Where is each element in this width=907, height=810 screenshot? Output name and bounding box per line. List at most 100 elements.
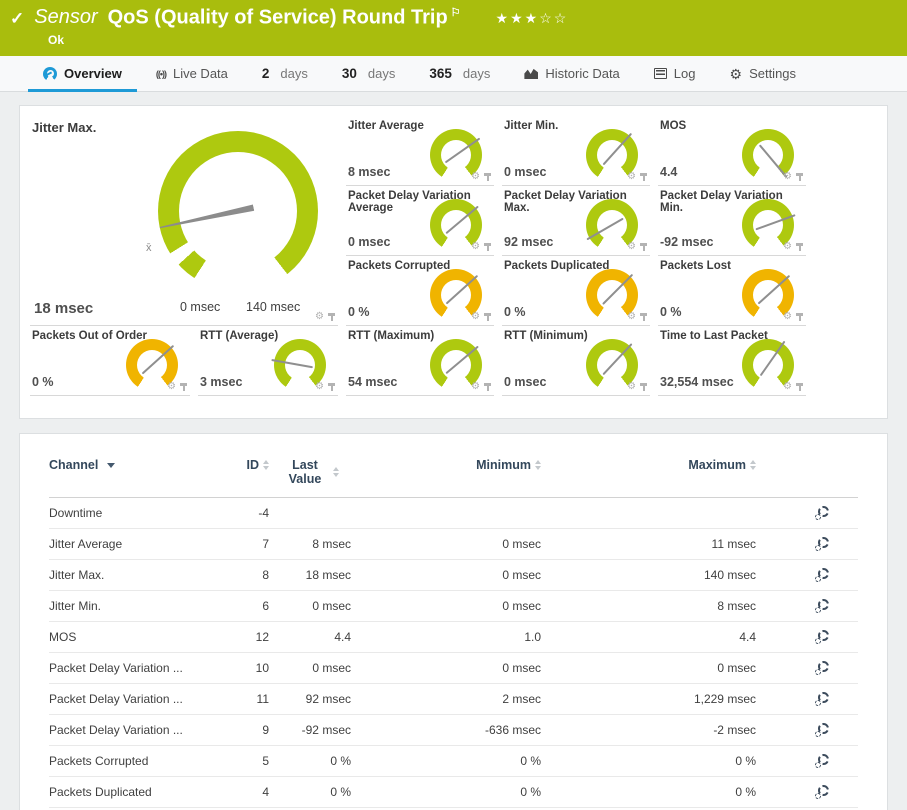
tab-label: Live Data xyxy=(173,66,228,81)
pin-icon[interactable] xyxy=(796,173,803,182)
pin-icon[interactable] xyxy=(640,383,647,392)
cell-channel[interactable]: Packet Delay Variation ... xyxy=(49,692,221,706)
tab-number: 2 xyxy=(262,66,270,81)
gear-icon[interactable]: ⚙ xyxy=(627,312,636,322)
table-row[interactable]: Packets Corrupted 5 0 % 0 % 0 % xyxy=(49,746,858,777)
gear-icon[interactable]: ⚙ xyxy=(167,382,176,392)
cell-last-value: 0 msec xyxy=(269,599,351,613)
table-row[interactable]: Jitter Max. 8 18 msec 0 msec 140 msec xyxy=(49,560,858,591)
cell-maximum: 140 msec xyxy=(541,568,756,582)
gauge-card: Packets Corrupted 0 % ⚙ xyxy=(346,256,494,326)
pin-icon[interactable] xyxy=(328,313,335,322)
pin-icon[interactable] xyxy=(180,383,187,392)
cell-channel[interactable]: MOS xyxy=(49,630,221,644)
column-header-id[interactable]: ID xyxy=(221,458,269,472)
column-header-maximum[interactable]: Maximum xyxy=(541,458,756,472)
channel-settings-gears-icon[interactable] xyxy=(814,506,830,520)
channel-settings-gears-icon[interactable] xyxy=(814,723,830,737)
pin-icon[interactable] xyxy=(484,383,491,392)
channel-settings-gears-icon[interactable] xyxy=(814,754,830,768)
priority-stars[interactable]: ★★★☆☆ xyxy=(496,10,569,27)
gear-icon[interactable]: ⚙ xyxy=(783,382,792,392)
tab-log[interactable]: Log xyxy=(637,56,713,91)
table-row[interactable]: Packet Delay Variation ... 9 -92 msec -6… xyxy=(49,715,858,746)
pin-icon[interactable] xyxy=(640,243,647,252)
channel-settings-gears-icon[interactable] xyxy=(814,661,830,675)
pin-icon[interactable] xyxy=(640,313,647,322)
gear-icon[interactable]: ⚙ xyxy=(315,382,324,392)
tab-label: Historic Data xyxy=(545,66,619,81)
gear-icon[interactable]: ⚙ xyxy=(783,172,792,182)
channel-settings-gears-icon[interactable] xyxy=(814,785,830,799)
table-row[interactable]: Downtime -4 xyxy=(49,498,858,529)
gear-icon[interactable]: ⚙ xyxy=(783,312,792,322)
tab-label: Overview xyxy=(64,66,122,81)
cell-channel[interactable]: Downtime xyxy=(49,506,221,520)
cell-channel[interactable]: Jitter Max. xyxy=(49,568,221,582)
gauge-needle xyxy=(271,359,313,368)
tab-settings[interactable]: ⚙ Settings xyxy=(713,56,814,91)
pin-icon[interactable] xyxy=(640,173,647,182)
tab-historic-data[interactable]: Historic Data xyxy=(507,56,636,91)
pin-icon[interactable] xyxy=(484,243,491,252)
gauge-needle xyxy=(760,341,786,377)
cell-minimum: 0 msec xyxy=(351,661,541,675)
table-row[interactable]: Packets Duplicated 4 0 % 0 % 0 % xyxy=(49,777,858,808)
table-row[interactable]: Jitter Min. 6 0 msec 0 msec 8 msec xyxy=(49,591,858,622)
cell-channel[interactable]: Packet Delay Variation ... xyxy=(49,661,221,675)
cell-minimum: 1.0 xyxy=(351,630,541,644)
column-header-channel[interactable]: Channel xyxy=(49,458,221,472)
gear-icon[interactable]: ⚙ xyxy=(471,172,480,182)
column-header-last-value[interactable]: Last Value xyxy=(269,458,351,486)
gauge-value: 0 % xyxy=(32,375,54,389)
gear-icon[interactable]: ⚙ xyxy=(315,312,324,322)
tab-label: Log xyxy=(674,66,696,81)
table-row[interactable]: Packet Delay Variation ... 11 92 msec 2 … xyxy=(49,684,858,715)
gauge-card: Time to Last Packet 32,554 msec ⚙ xyxy=(658,326,806,396)
cell-id: 9 xyxy=(221,723,269,737)
gear-icon[interactable]: ⚙ xyxy=(627,382,636,392)
gear-icon[interactable]: ⚙ xyxy=(783,242,792,252)
pin-icon[interactable] xyxy=(484,173,491,182)
channel-settings-gears-icon[interactable] xyxy=(814,599,830,613)
table-row[interactable]: MOS 12 4.4 1.0 4.4 xyxy=(49,622,858,653)
pin-icon[interactable] xyxy=(796,243,803,252)
gear-icon[interactable]: ⚙ xyxy=(627,242,636,252)
tab-30-days[interactable]: 30 days xyxy=(325,56,413,91)
cell-channel[interactable]: Jitter Average xyxy=(49,537,221,551)
column-header-minimum[interactable]: Minimum xyxy=(351,458,541,472)
gauge-needle xyxy=(446,275,479,305)
cell-minimum: 2 msec xyxy=(351,692,541,706)
flag-icon[interactable]: ⚐ xyxy=(451,7,461,19)
cell-channel[interactable]: Jitter Min. xyxy=(49,599,221,613)
pin-icon[interactable] xyxy=(328,383,335,392)
cell-channel[interactable]: Packets Duplicated xyxy=(49,785,221,799)
cell-id: 4 xyxy=(221,785,269,799)
cell-minimum: 0 msec xyxy=(351,568,541,582)
table-row[interactable]: Packet Delay Variation ... 10 0 msec 0 m… xyxy=(49,653,858,684)
channel-settings-gears-icon[interactable] xyxy=(814,692,830,706)
gear-icon[interactable]: ⚙ xyxy=(627,172,636,182)
pin-icon[interactable] xyxy=(796,383,803,392)
tab-unit: days xyxy=(280,66,307,81)
channel-settings-gears-icon[interactable] xyxy=(814,630,830,644)
cell-channel[interactable]: Packet Delay Variation ... xyxy=(49,723,221,737)
table-row[interactable]: Jitter Average 7 8 msec 0 msec 11 msec xyxy=(49,529,858,560)
cell-minimum: -636 msec xyxy=(351,723,541,737)
gear-icon[interactable]: ⚙ xyxy=(471,382,480,392)
settings-gear-icon: ⚙ xyxy=(730,67,743,81)
cell-channel[interactable]: Packets Corrupted xyxy=(49,754,221,768)
channel-settings-gears-icon[interactable] xyxy=(814,568,830,582)
tab-overview[interactable]: Overview xyxy=(26,56,139,91)
channel-settings-gears-icon[interactable] xyxy=(814,537,830,551)
gauge-value: 0 msec xyxy=(504,375,546,389)
gauge-card: Packets Lost 0 % ⚙ xyxy=(658,256,806,326)
gauge-title: Jitter Average xyxy=(346,116,494,132)
tab-live-data[interactable]: ((•)) Live Data xyxy=(139,56,245,91)
tab-2-days[interactable]: 2 days xyxy=(245,56,325,91)
tab-365-days[interactable]: 365 days xyxy=(412,56,507,91)
gear-icon[interactable]: ⚙ xyxy=(471,242,480,252)
pin-icon[interactable] xyxy=(484,313,491,322)
pin-icon[interactable] xyxy=(796,313,803,322)
gear-icon[interactable]: ⚙ xyxy=(471,312,480,322)
